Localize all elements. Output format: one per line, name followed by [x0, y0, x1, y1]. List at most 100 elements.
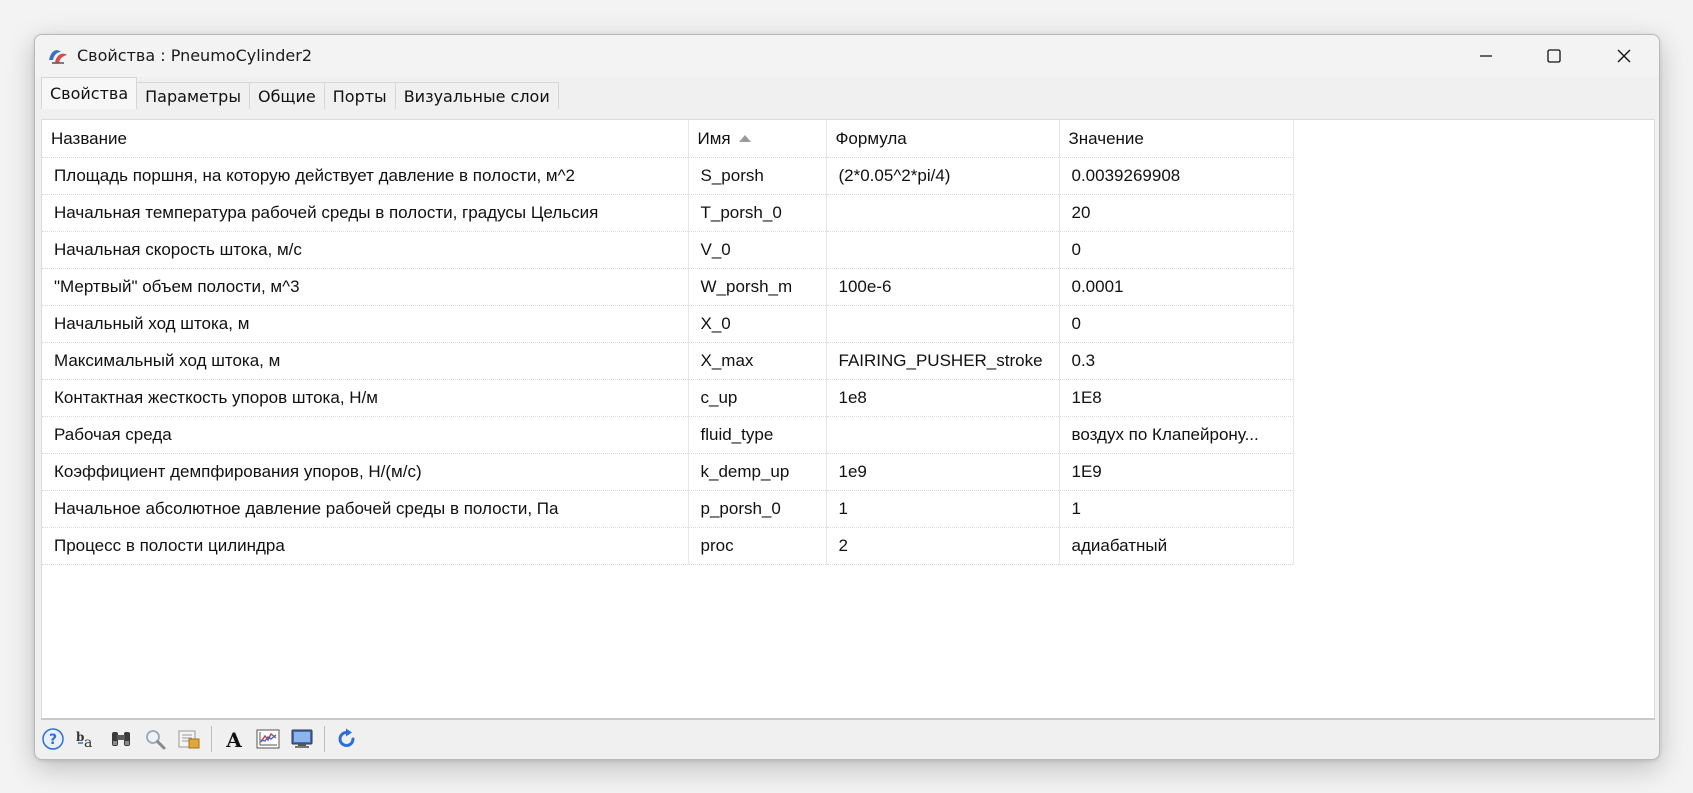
toolbar-separator	[211, 726, 212, 752]
cell-name: Начальная скорость штока, м/с	[42, 231, 689, 269]
find-button[interactable]	[107, 725, 135, 753]
tab-bar: Свойства Параметры Общие Порты Визуальны…	[41, 77, 559, 109]
binoculars-icon	[112, 732, 130, 746]
table-row[interactable]: Начальное абсолютное давление рабочей ср…	[42, 490, 1294, 528]
magnifier-icon	[146, 730, 166, 750]
table-row[interactable]: Максимальный ход штока, м X_max FAIRING_…	[42, 342, 1294, 380]
maximize-icon	[1547, 49, 1561, 63]
column-header-name-label: Название	[51, 128, 127, 148]
tab-ports[interactable]: Порты	[323, 82, 396, 109]
column-header-value-label: Значение	[1068, 128, 1144, 148]
cell-value[interactable]: воздух по Клапейрону...	[1059, 416, 1294, 454]
maximize-button[interactable]	[1520, 35, 1588, 77]
help-button[interactable]: ?	[39, 725, 67, 753]
tab-parameters[interactable]: Параметры	[136, 82, 250, 109]
column-header-id[interactable]: Имя	[688, 120, 827, 158]
cell-formula[interactable]: 100e-6	[826, 268, 1060, 306]
cell-name: Рабочая среда	[42, 416, 689, 454]
cell-id: c_up	[688, 379, 827, 417]
cell-formula[interactable]: 1e8	[826, 379, 1060, 417]
cell-name: Процесс в полости цилиндра	[42, 527, 689, 565]
column-header-name[interactable]: Название	[42, 120, 689, 158]
table-row[interactable]: Начальный ход штока, м X_0 0	[42, 305, 1294, 343]
cell-formula[interactable]: 1	[826, 490, 1060, 528]
table-row[interactable]: Рабочая среда fluid_type воздух по Клапе…	[42, 416, 1294, 454]
column-header-formula-label: Формула	[835, 128, 907, 148]
column-header-value[interactable]: Значение	[1059, 120, 1294, 158]
cell-formula[interactable]: FAIRING_PUSHER_stroke	[826, 342, 1060, 380]
cell-value[interactable]: 0	[1059, 305, 1294, 343]
close-icon	[1617, 49, 1631, 63]
close-button[interactable]	[1590, 35, 1658, 77]
properties-table: Название Имя Формула Значение Площадь по…	[42, 120, 1294, 565]
cell-id: p_porsh_0	[688, 490, 827, 528]
cell-value[interactable]: 0	[1059, 231, 1294, 269]
cell-value[interactable]: 0.0039269908	[1059, 157, 1294, 195]
cell-formula[interactable]	[826, 416, 1060, 454]
cell-name: Контактная жесткость упоров штока, Н/м	[42, 379, 689, 417]
cell-id: fluid_type	[688, 416, 827, 454]
cell-name: Площадь поршня, на которую действует дав…	[42, 157, 689, 195]
app-logo-icon	[49, 50, 67, 64]
monitor-icon	[291, 729, 313, 748]
cell-formula[interactable]	[826, 194, 1060, 232]
refresh-button[interactable]	[333, 725, 361, 753]
cell-value[interactable]: 0.3	[1059, 342, 1294, 380]
bottom-toolbar: ? b a A	[39, 725, 367, 753]
minimize-icon	[1480, 55, 1492, 57]
refresh-icon	[338, 728, 355, 747]
chart-icon	[256, 729, 280, 749]
font-icon: A	[225, 728, 242, 750]
table-row[interactable]: Коэффициент демпфирования упоров, Н/(м/с…	[42, 453, 1294, 491]
cell-value[interactable]: 1E8	[1059, 379, 1294, 417]
column-header-id-label: Имя	[697, 128, 731, 148]
table-row[interactable]: Процесс в полости цилиндра proc 2 адиаба…	[42, 527, 1294, 565]
cell-id: W_porsh_m	[688, 268, 827, 306]
cell-id: X_max	[688, 342, 827, 380]
cell-id: k_demp_up	[688, 453, 827, 491]
cell-value[interactable]: адиабатный	[1059, 527, 1294, 565]
cell-name: Начальное абсолютное давление рабочей ср…	[42, 490, 689, 528]
table-row[interactable]: Начальная скорость штока, м/с V_0 0	[42, 231, 1294, 269]
cell-formula[interactable]: 1e9	[826, 453, 1060, 491]
cell-value[interactable]: 0.0001	[1059, 268, 1294, 306]
column-header-formula[interactable]: Формула	[826, 120, 1060, 158]
font-button[interactable]: A	[220, 725, 248, 753]
cell-name: Начальный ход штока, м	[42, 305, 689, 343]
table-row[interactable]: Площадь поршня, на которую действует дав…	[42, 157, 1294, 195]
cell-id: V_0	[688, 231, 827, 269]
svg-text:a: a	[84, 735, 92, 750]
cell-formula[interactable]: (2*0.05^2*pi/4)	[826, 157, 1060, 195]
title-bar[interactable]: Свойства : PneumoCylinder2	[35, 35, 1659, 77]
cell-value[interactable]: 1E9	[1059, 453, 1294, 491]
tab-visual-layers[interactable]: Визуальные слои	[394, 82, 559, 109]
cell-id: X_0	[688, 305, 827, 343]
sort-ascending-icon	[738, 134, 751, 142]
monitor-button[interactable]	[288, 725, 316, 753]
cell-id: proc	[688, 527, 827, 565]
tab-properties[interactable]: Свойства	[41, 77, 138, 109]
properties-button[interactable]	[175, 725, 203, 753]
cell-value[interactable]: 20	[1059, 194, 1294, 232]
cell-id: S_porsh	[688, 157, 827, 195]
cell-name: Коэффициент демпфирования упоров, Н/(м/с…	[42, 453, 689, 491]
cell-name: "Мертвый" объем полости, м^3	[42, 268, 689, 306]
table-row[interactable]: Начальная температура рабочей среды в по…	[42, 194, 1294, 232]
cell-formula[interactable]: 2	[826, 527, 1060, 565]
rename-icon: b a	[76, 730, 92, 750]
cell-formula[interactable]	[826, 231, 1060, 269]
table-row[interactable]: "Мертвый" объем полости, м^3 W_porsh_m 1…	[42, 268, 1294, 306]
minimize-button[interactable]	[1452, 35, 1520, 77]
toolbar-separator	[324, 726, 325, 752]
table-row[interactable]: Контактная жесткость упоров штока, Н/м c…	[42, 379, 1294, 417]
tab-general[interactable]: Общие	[248, 82, 325, 109]
cell-formula[interactable]	[826, 305, 1060, 343]
svg-text:?: ?	[49, 732, 57, 748]
cell-id: T_porsh_0	[688, 194, 827, 232]
cell-value[interactable]: 1	[1059, 490, 1294, 528]
properties-grid-panel: Название Имя Формула Значение Площадь по…	[41, 119, 1655, 720]
chart-button[interactable]	[254, 725, 282, 753]
zoom-button[interactable]	[141, 725, 169, 753]
rename-button[interactable]: b a	[73, 725, 101, 753]
properties-window: Свойства : PneumoCylinder2 Свойства Пара…	[34, 34, 1660, 760]
